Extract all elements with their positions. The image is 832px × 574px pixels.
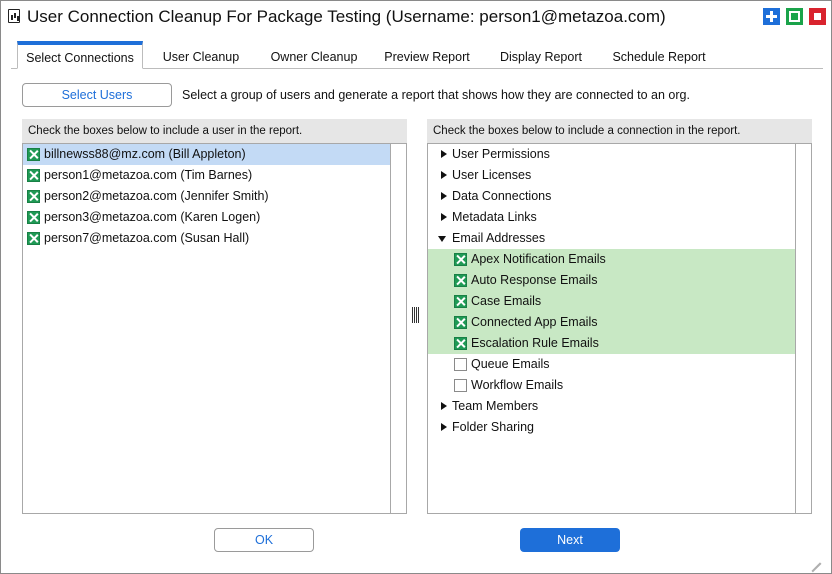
connections-tree: User Permissions User Licenses Data Conn… (427, 143, 812, 514)
checkbox-checked[interactable] (454, 253, 467, 266)
tree-group-label: Email Addresses (452, 231, 546, 245)
tab-bar: Select Connections User Cleanup Owner Cl… (11, 39, 823, 69)
panel-splitter-handle[interactable] (411, 307, 421, 323)
tree-group-metadata-links[interactable]: Metadata Links (428, 207, 795, 228)
tree-group-label: User Licenses (452, 168, 532, 182)
restore-icon[interactable] (786, 8, 803, 25)
tree-group-user-permissions[interactable]: User Permissions (428, 144, 795, 165)
ok-button[interactable]: OK (214, 528, 314, 552)
instruction-text: Select a group of users and generate a r… (182, 88, 690, 102)
title-bar: User Connection Cleanup For Package Test… (1, 1, 831, 31)
tree-group-label: Data Connections (452, 189, 552, 203)
checkbox-unchecked[interactable] (454, 358, 467, 371)
checkbox-checked[interactable] (454, 274, 467, 287)
tree-group-data-connections[interactable]: Data Connections (428, 186, 795, 207)
tree-item-label: Escalation Rule Emails (471, 336, 599, 350)
tree-item-label: Queue Emails (471, 357, 550, 371)
tree-group-label: Folder Sharing (452, 420, 534, 434)
caret-down-icon[interactable] (438, 236, 446, 242)
tab-owner-cleanup[interactable]: Owner Cleanup (261, 41, 367, 69)
window-title: User Connection Cleanup For Package Test… (27, 7, 666, 26)
user-row[interactable]: person3@metazoa.com (Karen Logen) (23, 207, 390, 228)
tree-item-label: Auto Response Emails (471, 273, 598, 287)
maximize-icon[interactable] (763, 8, 780, 25)
caret-right-icon[interactable] (441, 402, 447, 410)
tab-preview-report[interactable]: Preview Report (377, 41, 477, 69)
connections-scrollbar[interactable] (795, 144, 811, 513)
tree-group-folder-sharing[interactable]: Folder Sharing (428, 417, 795, 438)
user-label: billnewss88@mz.com (Bill Appleton) (44, 147, 246, 161)
checkbox-checked[interactable] (454, 337, 467, 350)
checkbox-checked[interactable] (454, 295, 467, 308)
user-label: person2@metazoa.com (Jennifer Smith) (44, 189, 269, 203)
caret-right-icon[interactable] (441, 150, 447, 158)
checkbox-checked[interactable] (454, 316, 467, 329)
tree-item[interactable]: Connected App Emails (428, 312, 795, 333)
tree-item[interactable]: Escalation Rule Emails (428, 333, 795, 354)
checkbox-unchecked[interactable] (454, 379, 467, 392)
tree-item[interactable]: Workflow Emails (428, 375, 795, 396)
user-label: person1@metazoa.com (Tim Barnes) (44, 168, 253, 182)
tree-item[interactable]: Auto Response Emails (428, 270, 795, 291)
tree-item-label: Connected App Emails (471, 315, 598, 329)
tab-user-cleanup[interactable]: User Cleanup (151, 41, 251, 69)
app-window: User Connection Cleanup For Package Test… (0, 0, 832, 574)
connections-panel-header: Check the boxes below to include a conne… (427, 119, 812, 143)
checkbox-checked[interactable] (27, 232, 40, 245)
checkbox-checked[interactable] (27, 169, 40, 182)
close-icon[interactable] (809, 8, 826, 25)
tree-item-label: Case Emails (471, 294, 542, 308)
tab-schedule-report[interactable]: Schedule Report (605, 41, 713, 69)
caret-right-icon[interactable] (441, 423, 447, 431)
next-button[interactable]: Next (520, 528, 620, 552)
tree-group-email-addresses[interactable]: Email Addresses (428, 228, 795, 249)
users-panel-header: Check the boxes below to include a user … (22, 119, 407, 143)
tree-group-label: User Permissions (452, 147, 550, 161)
user-label: person3@metazoa.com (Karen Logen) (44, 210, 261, 224)
tree-group-user-licenses[interactable]: User Licenses (428, 165, 795, 186)
users-list: billnewss88@mz.com (Bill Appleton) perso… (22, 143, 407, 514)
user-row[interactable]: person1@metazoa.com (Tim Barnes) (23, 165, 390, 186)
app-report-icon (8, 9, 20, 23)
checkbox-checked[interactable] (27, 190, 40, 203)
user-label: person7@metazoa.com (Susan Hall) (44, 231, 250, 245)
tree-item[interactable]: Apex Notification Emails (428, 249, 795, 270)
select-users-button[interactable]: Select Users (22, 83, 172, 107)
caret-right-icon[interactable] (441, 171, 447, 179)
caret-right-icon[interactable] (441, 192, 447, 200)
checkbox-checked[interactable] (27, 211, 40, 224)
tree-item[interactable]: Case Emails (428, 291, 795, 312)
user-row[interactable]: person7@metazoa.com (Susan Hall) (23, 228, 390, 249)
user-row[interactable]: billnewss88@mz.com (Bill Appleton) (23, 144, 390, 165)
caret-right-icon[interactable] (441, 213, 447, 221)
tree-item[interactable]: Queue Emails (428, 354, 795, 375)
checkbox-checked[interactable] (27, 148, 40, 161)
tree-item-label: Workflow Emails (471, 378, 564, 392)
tree-group-team-members[interactable]: Team Members (428, 396, 795, 417)
users-scrollbar[interactable] (390, 144, 406, 513)
tab-select-connections[interactable]: Select Connections (17, 41, 143, 69)
user-row[interactable]: person2@metazoa.com (Jennifer Smith) (23, 186, 390, 207)
tree-group-label: Metadata Links (452, 210, 537, 224)
tab-display-report[interactable]: Display Report (491, 41, 591, 69)
tree-item-label: Apex Notification Emails (471, 252, 606, 266)
tree-group-label: Team Members (452, 399, 539, 413)
resize-grip-icon[interactable] (809, 551, 821, 572)
